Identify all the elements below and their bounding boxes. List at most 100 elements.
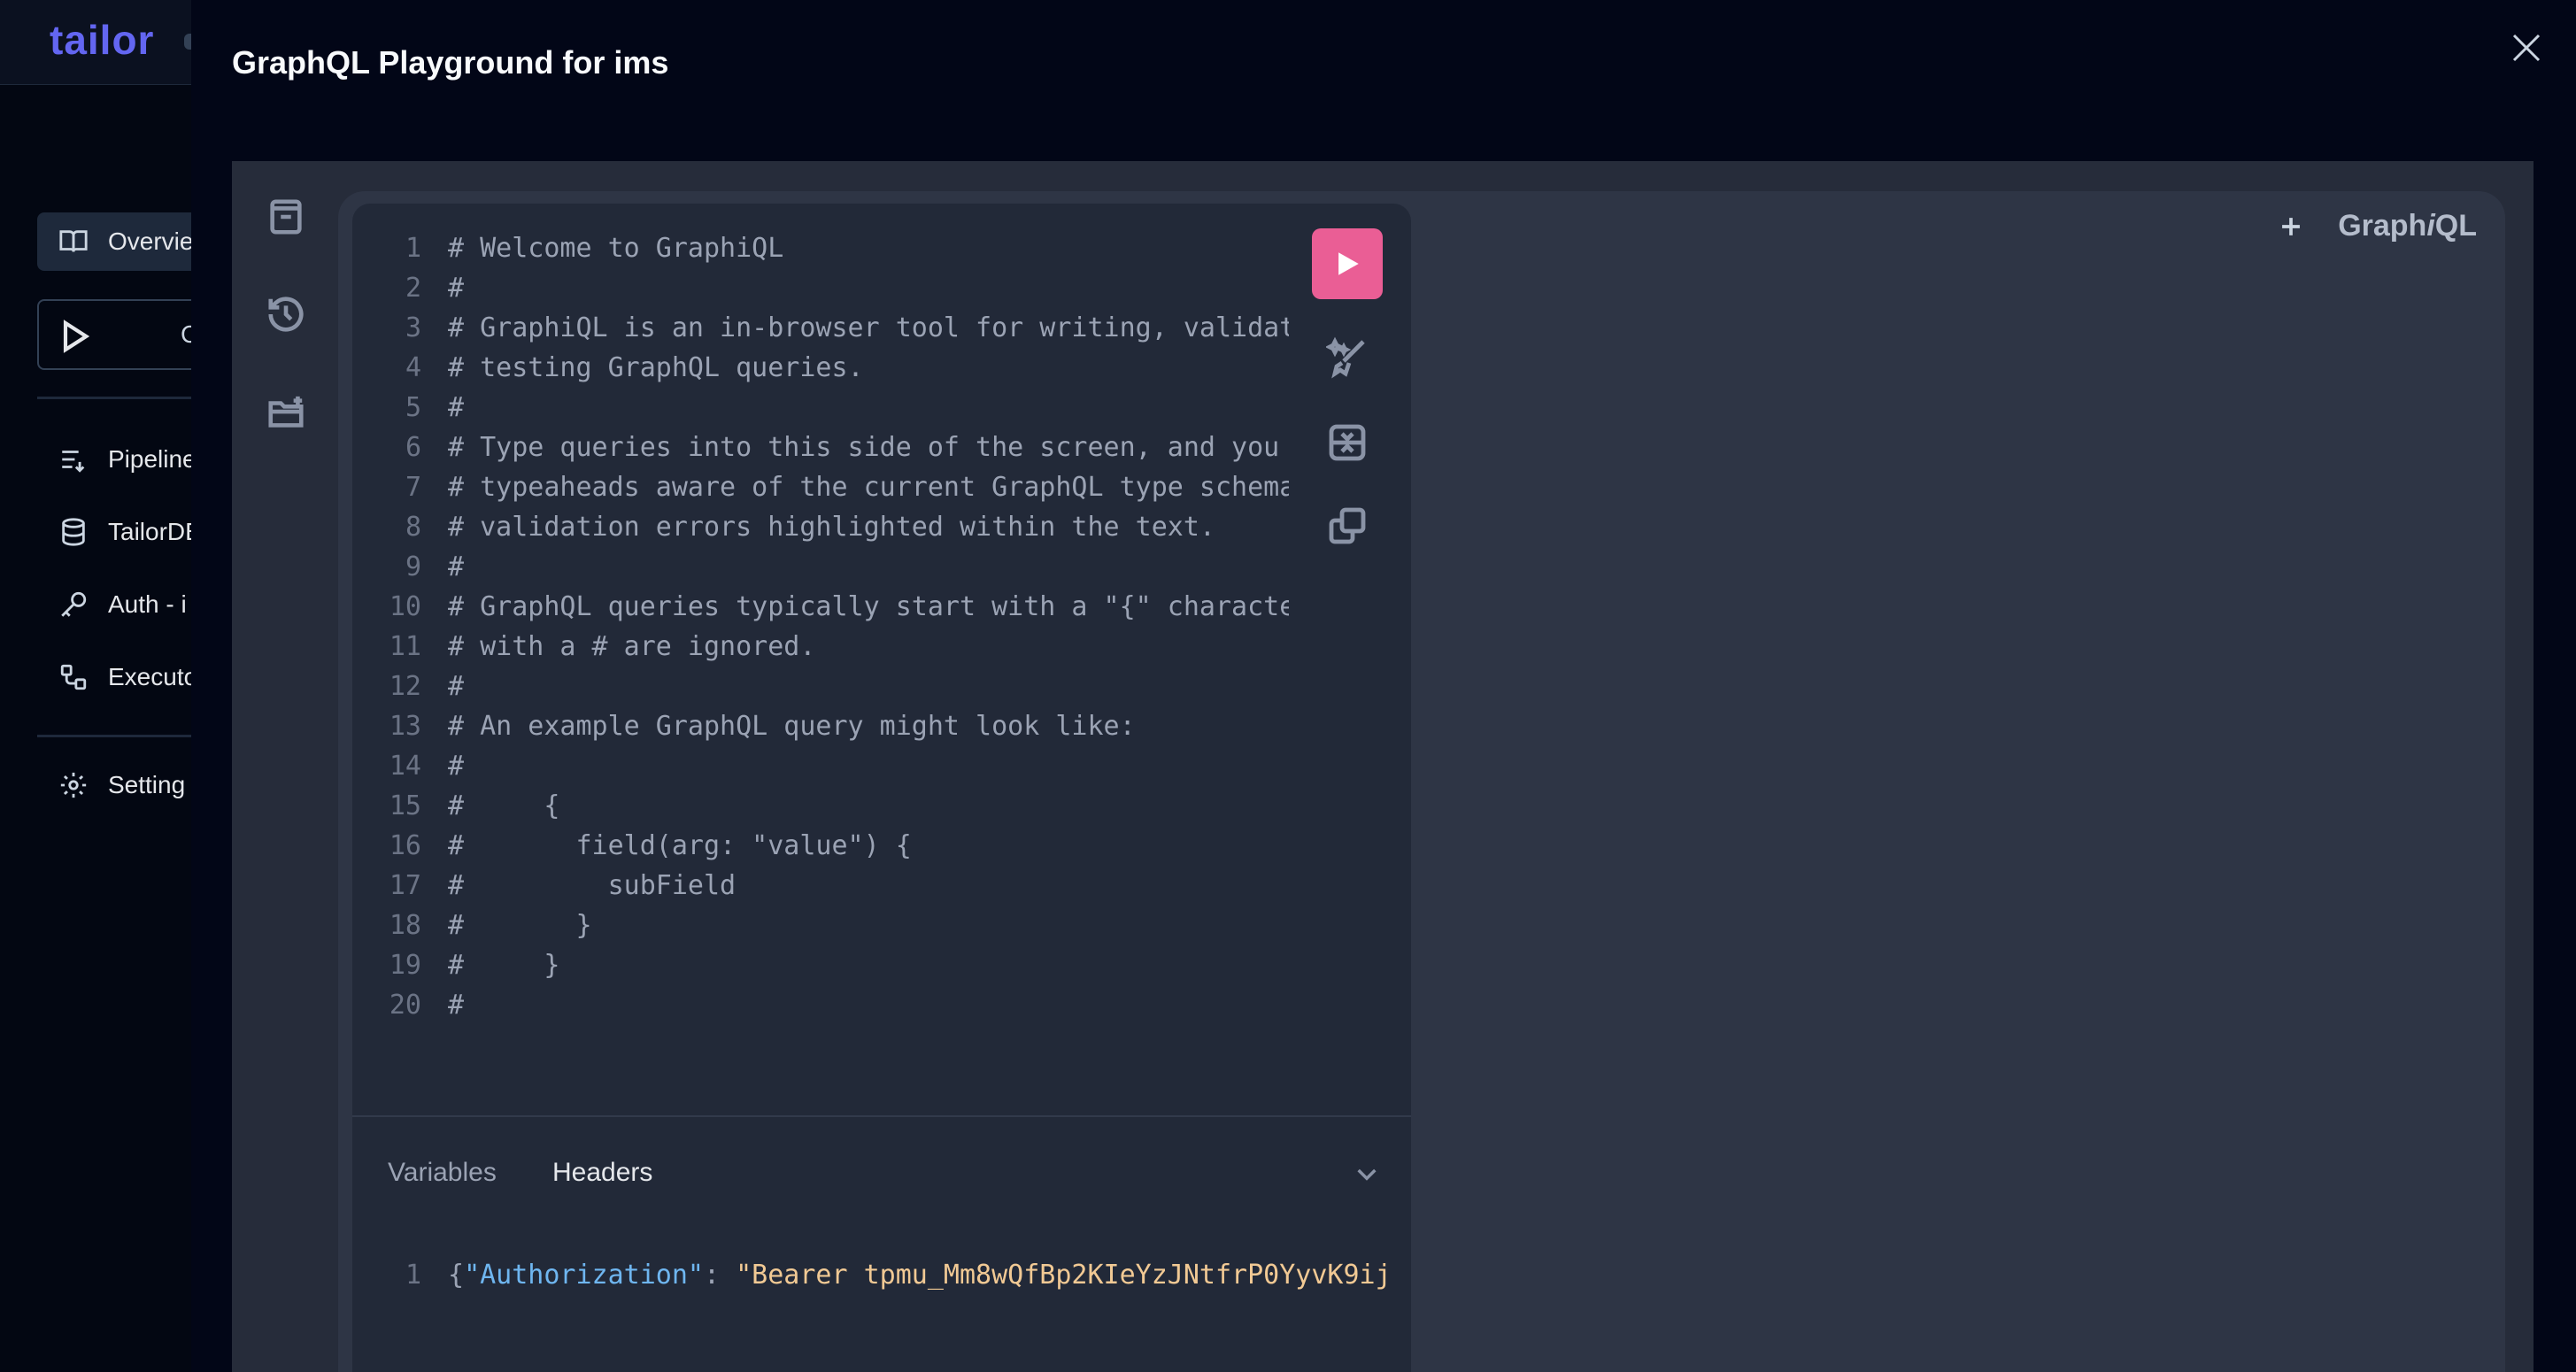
workflow-icon [60,664,87,690]
line-text: # [448,551,465,582]
query-editor[interactable]: 1 # Welcome to GraphiQL 2 #3 # GraphiQL is a… [352,228,1291,1016]
code-line: 2 # [352,268,1291,308]
plus-icon [2282,217,2301,235]
close-button[interactable] [2505,27,2548,69]
line-number: 20 [389,990,421,1016]
line-number: 5 [405,392,421,423]
line-number: 6 [405,432,421,463]
line-text: # Type queries into this side of the scr… [448,432,1280,463]
line-number: 9 [405,551,421,582]
header-value: "Bearer tpmu_Mm8wQfBp2KIeYzJNtfrP0YyvK9i… [736,1260,1392,1291]
code-line: 7 # typeaheads aware of the current Graph… [352,467,1291,507]
headers-editor[interactable]: 1 {"Authorization": "Bearer tpmu_Mm8wQfB… [352,1255,1411,1295]
graphiql-logo: GraphiQL [2338,209,2477,243]
docs-explorer-button[interactable] [266,197,306,237]
line-text: # } [448,950,560,981]
line-text: # [448,273,465,304]
nav-item-overview[interactable]: Overvie [37,212,214,271]
docs-icon [270,199,302,235]
line-number: 1 [405,233,421,264]
query-editor-pane: 1 # Welcome to GraphiQL 2 #3 # GraphiQL is a… [352,204,1411,1372]
add-tab-button[interactable] [2276,212,2306,242]
brand-prefix: Graph [2338,209,2427,243]
nav-item-tailordb[interactable]: TailorDB [37,503,202,561]
code-line: 20 # [352,985,1291,1016]
nav-label: Pipeline [108,445,197,473]
history-icon [268,297,304,332]
toggle-editor-tools-button[interactable] [1353,1160,1381,1188]
book-icon [59,230,88,252]
line-text: # { [448,790,560,821]
play-icon [63,320,90,353]
nav-label: Auth - i [108,590,187,618]
nav-item-pipeline[interactable]: Pipeline [37,430,197,489]
code-line: 15 # { [352,786,1291,826]
line-number: 7 [405,472,421,503]
line-text: # [448,751,465,782]
folder-plus-icon [268,396,304,428]
line-text: # GraphQL queries typically start with a… [448,591,1289,622]
code-line: 18 # } [352,906,1291,945]
merge-fragments-button[interactable] [1326,421,1369,464]
line-number: 3 [405,312,421,343]
colon: : [704,1260,737,1291]
code-line: 12 # [352,667,1291,706]
line-number: 17 [389,870,421,901]
nav-item-auth[interactable]: Auth - i [37,575,187,634]
divider [37,735,205,737]
merge-icon [1329,424,1366,461]
code-line: 17 # subField [352,866,1291,906]
line-text: # Welcome to GraphiQL [448,233,784,264]
brace: { [448,1260,465,1291]
line-text: # [448,392,465,423]
line-text: # An example GraphQL query might look li… [448,711,1136,742]
gear-icon [60,772,87,798]
logo: tailor [50,17,155,63]
line-number: 12 [389,671,421,702]
line-text: # [448,671,465,702]
tab-variables[interactable]: Variables [388,1158,497,1188]
code-line: 1 # Welcome to GraphiQL [352,228,1291,268]
nav-label: TailorDB [108,518,202,545]
session-header: GraphiQL [2276,209,2477,243]
line-text: # testing GraphQL queries. [448,352,864,383]
nav-item-executor[interactable]: Executo [37,648,197,706]
line-text: # field(arg: "value") { [448,830,912,861]
divider [37,397,205,399]
line-number: 19 [389,950,421,981]
execute-query-button[interactable] [1312,228,1383,299]
graphiql-sidebar [232,161,338,1372]
prettify-button[interactable] [1324,336,1369,379]
code-line: 9 # [352,547,1291,587]
list-icon [62,451,85,473]
tab-headers[interactable]: Headers [552,1158,652,1188]
line-number: 4 [405,352,421,383]
line-text: # with a # are ignored. [448,631,816,662]
graphiql-container: 1 # Welcome to GraphiQL 2 #3 # GraphiQL is a… [232,161,2534,1372]
line-text: # [448,990,465,1016]
line-text: # } [448,910,592,941]
run-button[interactable]: C [37,299,214,370]
database-icon [62,518,85,546]
line-number: 8 [405,512,421,543]
code-line: 4 # testing GraphQL queries. [352,348,1291,388]
nav-item-settings[interactable]: Setting [37,756,185,814]
header-key: "Authorization" [464,1260,704,1291]
code-line: 10 # GraphQL queries typically start with… [352,587,1291,627]
line-number: 2 [405,273,421,304]
line-text: # validation errors highlighted within t… [448,512,1215,543]
line-number: 1 [405,1260,421,1291]
line-number: 14 [389,751,421,782]
copy-query-button[interactable] [1326,505,1369,547]
brand-italic: i [2426,209,2435,243]
line-number: 15 [389,790,421,821]
nav-label: Setting [108,771,186,798]
code-line: 19 # } [352,945,1291,985]
code-line: 13 # An example GraphQL query might look … [352,706,1291,746]
history-button[interactable] [266,294,306,335]
collections-button[interactable] [266,393,306,434]
line-number: 11 [389,631,421,662]
line-number: 16 [389,830,421,861]
close-icon [2512,34,2541,62]
modal-title: GraphQL Playground for ims [232,44,669,81]
